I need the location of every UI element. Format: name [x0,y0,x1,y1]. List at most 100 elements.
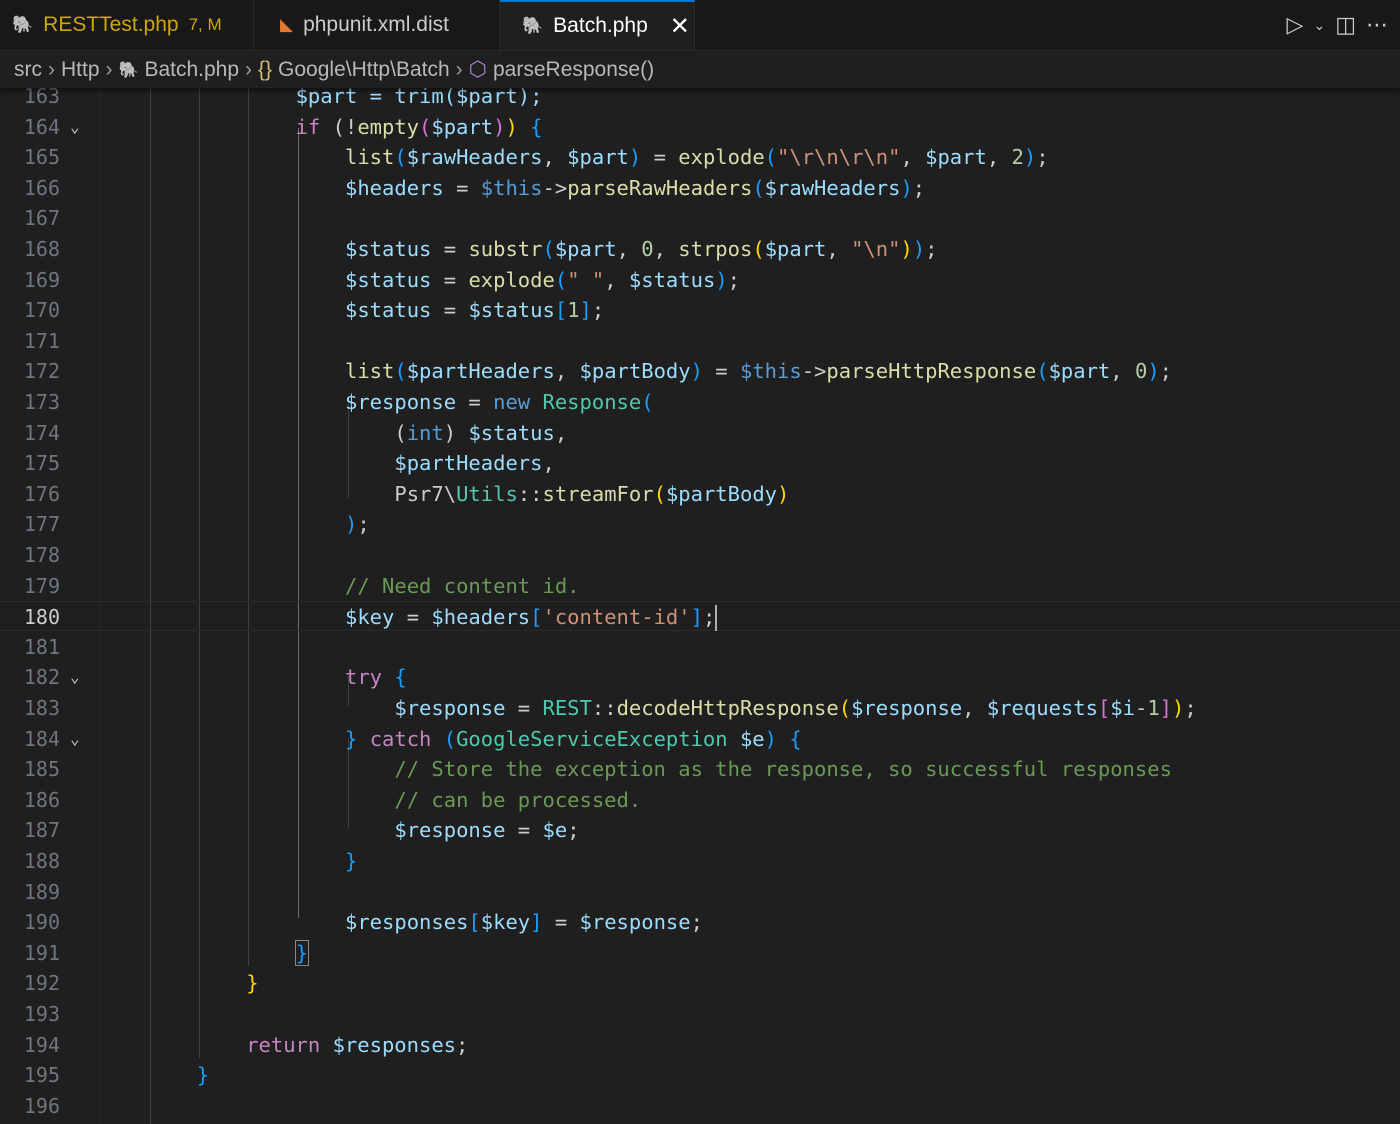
code-token: ( [345,420,407,445]
close-icon[interactable]: ✕ [670,12,690,41]
chevron-down-icon[interactable]: ⌄ [1313,17,1325,34]
code-line[interactable]: 164 ⌄ if (!empty($part)) { [0,112,1400,142]
tab-resttest[interactable]: 🐘 RESTTest.php 7, M [0,0,254,50]
code-token: 0 [641,237,654,261]
code-text: $response = $e; [345,815,579,845]
tab-batch[interactable]: 🐘 Batch.php ✕ [500,0,695,50]
code-line[interactable]: 196 [0,1091,1400,1121]
code-line[interactable]: 191} [0,938,1400,968]
breadcrumb-method[interactable]: parseResponse() [493,58,654,82]
code-line[interactable]: 172 list($partHeaders, $partBody) = $this… [0,356,1400,386]
line-number: 195 [23,1063,60,1088]
code-line[interactable]: 180 $key = $headers['content-id']; [0,601,1400,632]
code-text: $partHeaders, [345,448,554,478]
code-token: $key [345,605,395,630]
code-token: $status [345,298,432,323]
code-line[interactable]: 174 (int) $status, [0,418,1400,448]
code-line[interactable]: 182 ⌄ try { [0,662,1400,692]
code-line[interactable]: 183 $response = REST::decodeHttpResponse… [0,693,1400,723]
code-token: ( [838,696,852,720]
code-token: $partBody [665,481,778,506]
code-line[interactable]: 171 [0,326,1400,356]
code-line[interactable]: 184 ⌄} catch (GoogleServiceException $e) … [0,724,1400,754]
code-text: $key = $headers['content-id']; [345,602,718,632]
tab-phpunit[interactable]: ◣ phpunit.xml.dist [254,0,500,50]
code-text: return $responses; [246,1030,468,1060]
code-line[interactable]: 195} [0,1060,1400,1090]
breadcrumb: src › Http › 🐘 Batch.php › {} Google\Htt… [0,51,1400,88]
code-token: ; [1036,145,1049,170]
code-token: $partBody [579,359,691,384]
code-token: $responses [345,910,469,935]
code-token: new [493,390,531,414]
code-line[interactable]: 176 Psr7\Utils::streamFor($partBody) [0,479,1400,509]
code-token: = [505,818,543,843]
line-number: 178 [23,543,60,567]
code-line[interactable]: 178 [0,540,1400,570]
php-elephant-icon: 🐘 [12,15,34,34]
code-token: substr [468,237,543,261]
code-token: 'content-id' [542,605,691,630]
breadcrumb-namespace[interactable]: Google\Http\Batch [278,58,450,82]
code-token: ( [764,145,778,170]
code-line[interactable]: 170 $status = $status[1]; [0,295,1400,325]
code-token: = [443,175,481,200]
code-line[interactable]: 165 list($rawHeaders, $part) = explode("\… [0,142,1400,172]
code-token: catch [369,726,432,751]
code-line[interactable]: 190 $responses[$key] = $response; [0,907,1400,937]
code-line[interactable]: 173 $response = new Response( [0,387,1400,417]
code-line[interactable]: 175 $partHeaders, [0,448,1400,478]
code-token: ; [702,605,716,630]
code-line[interactable]: 177); [0,509,1400,539]
code-token: = [456,390,494,414]
method-cube-icon: ⬡ [468,58,487,81]
code-line[interactable]: 169 $status = explode(" ", $status); [0,265,1400,295]
fold-chevron-icon[interactable]: ⌄ [70,112,80,142]
code-token: :: [517,481,543,506]
code-token: ; [727,267,740,292]
line-number: 167 [23,206,60,231]
line-number: 184 [23,726,60,751]
breadcrumb-file[interactable]: Batch.php [144,58,239,82]
code-token: return [246,1032,321,1057]
code-line[interactable]: 193 [0,999,1400,1029]
code-token: (! [320,114,358,139]
breadcrumb-src[interactable]: src [14,58,42,82]
code-line[interactable]: 192} [0,968,1400,998]
more-actions-icon[interactable]: ⋯ [1366,12,1388,38]
code-token: $part [554,237,617,261]
breadcrumb-http[interactable]: Http [61,58,100,82]
code-token: $part [431,114,494,139]
line-number: 179 [23,573,60,598]
fold-chevron-icon[interactable]: ⌄ [70,724,80,754]
split-editor-icon[interactable]: ◫ [1335,12,1356,38]
fold-chevron-icon[interactable]: ⌄ [70,662,80,692]
code-line[interactable]: 187 $response = $e; [0,815,1400,845]
line-number: 189 [23,879,60,904]
code-line[interactable]: 168 $status = substr($part, 0, strpos($pa… [0,234,1400,264]
code-token: Utils [456,481,518,506]
code-line[interactable]: 166 $headers = $this->parseRawHeaders($ra… [0,173,1400,203]
code-line[interactable]: 179 // Need content id. [0,571,1400,601]
code-line[interactable]: 189 [0,877,1400,907]
code-line[interactable]: 188} [0,846,1400,876]
line-number: 183 [23,696,60,720]
code-line[interactable]: 194 return $responses; [0,1030,1400,1060]
run-icon[interactable]: ▷ [1287,12,1304,38]
code-line[interactable]: 185 // Store the exception as the respon… [0,754,1400,784]
code-line[interactable]: 167 [0,203,1400,233]
code-token: ) [1172,696,1185,720]
code-token: -> [542,175,568,200]
code-token: $key [480,910,531,935]
code-line[interactable]: 186 // can be processed. [0,785,1400,815]
code-editor[interactable]: 163 $part = trim($part); 164 ⌄ if (!empty($p… [0,88,1400,1124]
code-line[interactable]: 163 $part = trim($part); [0,88,1400,111]
line-number: 168 [23,237,60,261]
code-token: { [530,114,543,139]
code-token: list [345,359,395,384]
code-line[interactable]: 181 [0,632,1400,662]
code-token: ) [443,420,469,445]
